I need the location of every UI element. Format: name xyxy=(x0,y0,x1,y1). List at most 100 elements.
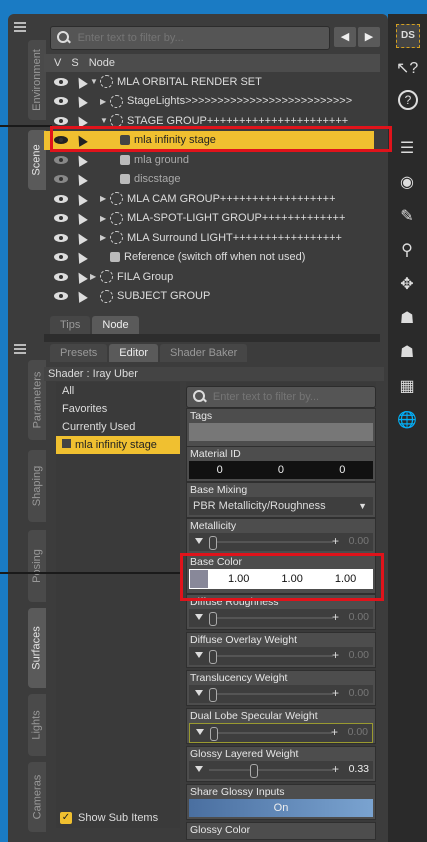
tree-row[interactable]: discstage xyxy=(44,170,374,190)
globe-icon[interactable]: 🌐 xyxy=(396,410,418,432)
chevron-down-icon[interactable] xyxy=(195,538,203,544)
back-button[interactable]: ◀ xyxy=(334,27,356,47)
tab-surfaces[interactable]: Surfaces xyxy=(28,608,46,688)
tab-shaping[interactable]: Shaping xyxy=(28,450,46,522)
transform-tool-icon[interactable]: ✥ xyxy=(396,274,418,296)
prop-material-id[interactable]: Material ID 0 0 0 xyxy=(186,446,376,482)
eye-icon[interactable] xyxy=(54,233,68,242)
tree-row[interactable]: Reference (switch off when not used) xyxy=(44,248,374,268)
plus-icon[interactable]: + xyxy=(331,725,338,739)
forward-button[interactable]: ▶ xyxy=(358,27,380,47)
prop-share-glossy-inputs[interactable]: Share Glossy Inputs On xyxy=(186,784,376,820)
tree-row[interactable]: mla ground xyxy=(44,150,374,170)
cursor-icon[interactable] xyxy=(74,230,88,245)
tab-editor[interactable]: Editor xyxy=(109,344,159,362)
cursor-icon[interactable] xyxy=(74,94,88,109)
tab-posing[interactable]: Posing xyxy=(28,530,46,602)
tree-row[interactable]: ▶ MLA CAM GROUP++++++++++++++++++ xyxy=(44,189,374,209)
cursor-icon[interactable] xyxy=(74,289,88,304)
expander[interactable]: ▼ xyxy=(100,116,108,125)
share-glossy-toggle[interactable]: On xyxy=(189,799,373,817)
slider-handle[interactable] xyxy=(249,764,258,778)
chevron-down-icon[interactable] xyxy=(195,690,203,696)
prop-dual-lobe-specular-weight[interactable]: Dual Lobe Specular Weight +0.00 xyxy=(186,708,376,744)
prop-translucency-weight[interactable]: Translucency Weight +0.00 xyxy=(186,670,376,706)
eye-icon[interactable] xyxy=(54,97,68,106)
base-mixing-select[interactable]: PBR Metallicity/Roughness ▼ xyxy=(189,497,373,515)
header-visible[interactable]: V xyxy=(54,57,61,69)
checkbox-checked-icon[interactable]: ✓ xyxy=(60,812,72,824)
help-icon[interactable]: ? xyxy=(398,90,418,110)
expander[interactable]: ▶ xyxy=(100,97,108,106)
tree-row[interactable]: SUBJECT GROUP xyxy=(44,287,374,307)
cursor-icon[interactable] xyxy=(74,74,88,89)
tab-shader-baker[interactable]: Shader Baker xyxy=(160,344,248,362)
eye-icon[interactable] xyxy=(54,253,68,262)
property-filter[interactable] xyxy=(186,386,376,408)
header-node[interactable]: Node xyxy=(89,57,115,69)
cursor-icon[interactable] xyxy=(74,211,88,226)
category-favorites[interactable]: Favorites xyxy=(56,400,180,418)
expander[interactable]: ▶ xyxy=(100,194,108,203)
whats-this-icon[interactable]: ↖? xyxy=(396,58,418,80)
expander[interactable]: ▼ xyxy=(90,77,98,86)
tab-node[interactable]: Node xyxy=(92,316,139,334)
eye-icon[interactable] xyxy=(54,194,68,203)
category-mla-infinity-stage[interactable]: mla infinity stage xyxy=(56,436,180,454)
tree-row[interactable]: ▶ MLA-SPOT-LIGHT GROUP+++++++++++++ xyxy=(44,209,374,229)
prop-metallicity[interactable]: Metallicity +0.00 xyxy=(186,518,376,554)
chevron-down-icon[interactable] xyxy=(196,729,204,735)
cursor-icon[interactable] xyxy=(74,152,88,167)
slider-handle[interactable] xyxy=(210,727,218,741)
slider-handle[interactable] xyxy=(209,612,217,626)
pane-divider[interactable] xyxy=(44,334,380,342)
scene-filter[interactable] xyxy=(50,26,330,50)
header-selectable[interactable]: S xyxy=(71,57,78,69)
plus-icon[interactable]: + xyxy=(332,610,339,624)
eye-icon[interactable] xyxy=(54,116,68,125)
surface-selection-icon[interactable]: ▦ xyxy=(396,376,418,398)
plus-icon[interactable]: + xyxy=(332,648,339,662)
pane-menu-icon[interactable] xyxy=(14,344,26,356)
eye-closed-icon[interactable] xyxy=(54,155,68,164)
cursor-icon[interactable] xyxy=(74,172,88,187)
tags-field[interactable] xyxy=(189,423,373,441)
pose-tool-icon[interactable]: ☗ xyxy=(396,308,418,330)
tree-row[interactable]: ▶ MLA Surround LIGHT+++++++++++++++++ xyxy=(44,228,374,248)
prop-tags[interactable]: Tags xyxy=(186,408,376,448)
slider-handle[interactable] xyxy=(209,536,217,550)
category-all[interactable]: All xyxy=(56,382,180,400)
active-pose-icon[interactable]: ☗ xyxy=(396,342,418,364)
tree-row[interactable]: ▶ FILA Group xyxy=(44,267,374,287)
scene-filter-input[interactable] xyxy=(75,31,329,45)
cursor-icon[interactable] xyxy=(74,269,88,284)
chevron-down-icon[interactable] xyxy=(195,652,203,658)
tab-cameras[interactable]: Cameras xyxy=(28,762,46,832)
tree-row[interactable]: ▶ StageLights>>>>>>>>>>>>>>>>>>>>>>>>>> xyxy=(44,92,374,112)
joint-tool-icon[interactable]: ⚲ xyxy=(396,240,418,262)
expander[interactable]: ▶ xyxy=(90,272,98,281)
plus-icon[interactable]: + xyxy=(332,534,339,548)
prop-glossy-layered-weight[interactable]: Glossy Layered Weight +0.33 xyxy=(186,746,376,782)
ds-logo-icon[interactable]: DS xyxy=(396,24,420,48)
eye-icon[interactable] xyxy=(54,77,68,86)
plus-icon[interactable]: + xyxy=(332,762,339,776)
tree-row[interactable]: ▼ MLA ORBITAL RENDER SET xyxy=(44,72,374,92)
slider-handle[interactable] xyxy=(209,688,217,702)
eye-icon[interactable] xyxy=(54,292,68,301)
tab-tips[interactable]: Tips xyxy=(50,316,91,334)
category-currently-used[interactable]: Currently Used xyxy=(56,418,180,436)
cursor-icon[interactable] xyxy=(74,250,88,265)
align-icon[interactable]: ☰ xyxy=(396,138,418,160)
eye-closed-icon[interactable] xyxy=(54,175,68,184)
chevron-down-icon[interactable] xyxy=(195,766,203,772)
chevron-down-icon[interactable] xyxy=(195,614,203,620)
eye-icon[interactable] xyxy=(54,272,68,281)
expander[interactable]: ▶ xyxy=(100,233,108,242)
slider-handle[interactable] xyxy=(209,650,217,664)
node-tool-icon[interactable]: ✎ xyxy=(396,206,418,228)
tab-lights[interactable]: Lights xyxy=(28,694,46,756)
property-filter-input[interactable] xyxy=(210,390,375,404)
smart-content-icon[interactable]: ◉ xyxy=(396,172,418,194)
cursor-icon[interactable] xyxy=(74,191,88,206)
